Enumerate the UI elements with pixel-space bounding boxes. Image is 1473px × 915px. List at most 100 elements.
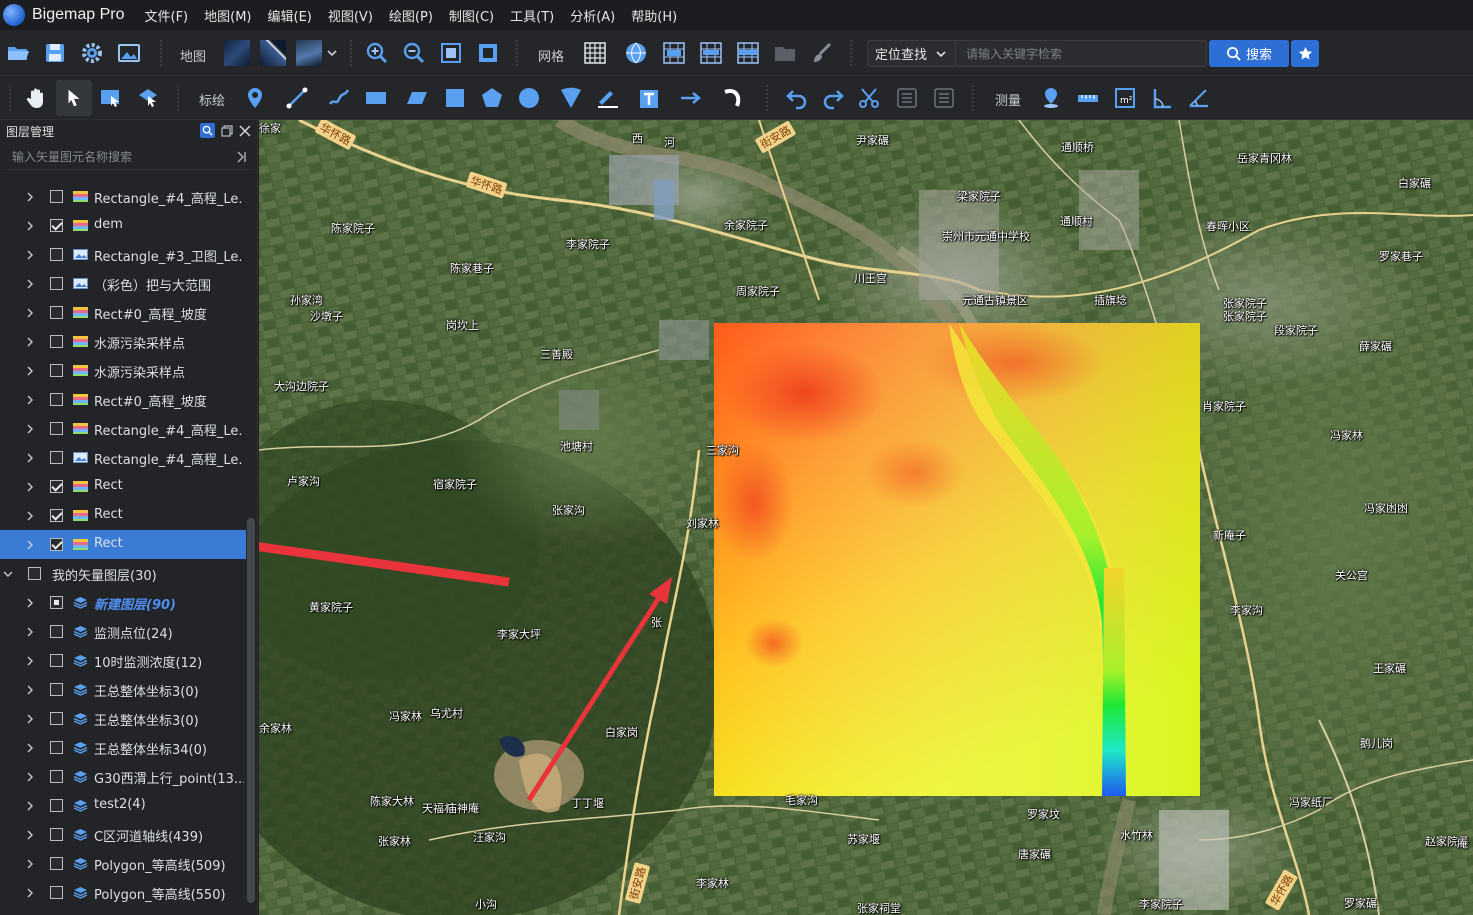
expand-chevron-icon[interactable] bbox=[25, 656, 35, 666]
layer-visibility-checkbox[interactable] bbox=[50, 828, 63, 841]
layer-row[interactable]: Rect bbox=[0, 530, 246, 559]
save-icon[interactable] bbox=[43, 41, 67, 65]
zoom-to-layer-icon[interactable] bbox=[476, 41, 500, 65]
expand-chevron-icon[interactable] bbox=[25, 743, 35, 753]
open-folder-icon[interactable] bbox=[6, 41, 30, 65]
expand-chevron-icon[interactable] bbox=[25, 308, 35, 318]
image-export-icon[interactable] bbox=[117, 41, 141, 65]
layer-visibility-checkbox[interactable] bbox=[50, 393, 63, 406]
grid-km-icon[interactable] bbox=[662, 41, 686, 65]
expand-chevron-icon[interactable] bbox=[25, 714, 35, 724]
expand-chevron-icon[interactable] bbox=[25, 888, 35, 898]
freehand-line-icon[interactable] bbox=[327, 86, 351, 110]
layer-row[interactable]: 新建图层(90) bbox=[0, 588, 246, 617]
grid-icon[interactable] bbox=[583, 41, 607, 65]
layer-visibility-checkbox[interactable] bbox=[50, 770, 63, 783]
select-tool-button[interactable] bbox=[56, 80, 92, 116]
layer-row[interactable]: Rectangle_#3_卫图_Le... bbox=[0, 240, 246, 269]
layer-row[interactable]: 我的矢量图层(30) bbox=[0, 559, 246, 588]
expand-chevron-icon[interactable] bbox=[25, 540, 35, 550]
layer-row[interactable]: Rect bbox=[0, 472, 246, 501]
circle-icon[interactable] bbox=[517, 86, 541, 110]
layer-visibility-checkbox[interactable] bbox=[50, 277, 63, 290]
layer-row[interactable]: 10时监测浓度(12) bbox=[0, 646, 246, 675]
layer-visibility-checkbox[interactable] bbox=[28, 567, 41, 580]
map-source-satellite-1-icon[interactable] bbox=[224, 40, 250, 66]
layer-visibility-checkbox[interactable] bbox=[50, 335, 63, 348]
expand-chevron-icon[interactable] bbox=[25, 627, 35, 637]
marker-point-icon[interactable] bbox=[243, 86, 267, 110]
grid-mgrs-icon[interactable] bbox=[736, 41, 760, 65]
layer-visibility-checkbox[interactable] bbox=[50, 451, 63, 464]
layer-visibility-checkbox[interactable] bbox=[50, 886, 63, 899]
menu-draw[interactable]: 绘图(P) bbox=[389, 6, 433, 25]
layer-visibility-checkbox[interactable] bbox=[50, 248, 63, 261]
expand-chevron-icon[interactable] bbox=[25, 395, 35, 405]
expand-chevron-icon[interactable] bbox=[25, 598, 35, 608]
layer-visibility-checkbox[interactable] bbox=[50, 741, 63, 754]
menu-tools[interactable]: 工具(T) bbox=[510, 6, 554, 25]
layer-row[interactable]: Polygon_等高线(550) bbox=[0, 878, 246, 907]
list-icon[interactable] bbox=[895, 86, 919, 110]
map-select-icon[interactable] bbox=[99, 86, 123, 110]
expand-chevron-icon[interactable] bbox=[25, 830, 35, 840]
layer-row[interactable]: Rect#0_高程_坡度 bbox=[0, 385, 246, 414]
search-mode-select[interactable]: 定位查找 bbox=[868, 41, 956, 66]
expand-chevron-icon[interactable] bbox=[25, 511, 35, 521]
map-view[interactable]: 华怀路 华怀路 街安路西河街安路 华怀路 尹家碾 通顺桥 岳家青冈林 白家碾 梁家院子 通顺村 春晖… bbox=[259, 120, 1473, 915]
chevron-down-icon[interactable] bbox=[325, 43, 339, 63]
layer-row[interactable]: 监测点位(24) bbox=[0, 617, 246, 646]
expand-chevron-icon[interactable] bbox=[25, 424, 35, 434]
folder-icon[interactable] bbox=[773, 41, 797, 65]
measure-angle-icon[interactable] bbox=[1150, 86, 1174, 110]
layer-visibility-checkbox[interactable] bbox=[50, 654, 63, 667]
layer-visibility-checkbox[interactable] bbox=[50, 683, 63, 696]
layer-visibility-checkbox[interactable] bbox=[50, 306, 63, 319]
layer-visibility-checkbox[interactable] bbox=[50, 596, 63, 609]
parallelogram-icon[interactable] bbox=[405, 86, 429, 110]
search-button[interactable]: 搜索 bbox=[1209, 40, 1289, 67]
collapse-search-icon[interactable] bbox=[235, 151, 247, 163]
menu-edit[interactable]: 编辑(E) bbox=[268, 6, 312, 25]
map-source-satellite-2-icon[interactable] bbox=[260, 40, 286, 66]
expand-chevron-icon[interactable] bbox=[25, 250, 35, 260]
sector-icon[interactable] bbox=[559, 86, 583, 110]
close-icon[interactable] bbox=[239, 124, 251, 137]
layer-visibility-checkbox[interactable] bbox=[50, 364, 63, 377]
menu-view[interactable]: 视图(V) bbox=[328, 6, 373, 25]
layer-visibility-checkbox[interactable] bbox=[50, 509, 63, 522]
layer-row[interactable]: G30西渭上行_point(13... bbox=[0, 762, 246, 791]
expand-chevron-icon[interactable] bbox=[25, 453, 35, 463]
rectangle-icon[interactable] bbox=[364, 86, 388, 110]
layer-visibility-checkbox[interactable] bbox=[50, 422, 63, 435]
layer-visibility-checkbox[interactable] bbox=[50, 538, 63, 551]
layer-tree-scrollbar[interactable] bbox=[247, 518, 255, 903]
layer-visibility-checkbox[interactable] bbox=[50, 857, 63, 870]
expand-chevron-icon[interactable] bbox=[25, 337, 35, 347]
expand-chevron-icon[interactable] bbox=[25, 279, 35, 289]
zoom-out-icon[interactable] bbox=[402, 41, 426, 65]
layer-row[interactable]: dem bbox=[0, 211, 246, 240]
clear-brush-icon[interactable] bbox=[810, 41, 834, 65]
layer-row[interactable]: 王总整体坐标3(0) bbox=[0, 704, 246, 733]
undo-icon[interactable] bbox=[785, 86, 809, 110]
pan-hand-icon[interactable] bbox=[25, 86, 49, 110]
layer-visibility-checkbox[interactable] bbox=[50, 799, 63, 812]
measure-point-icon[interactable] bbox=[1039, 86, 1063, 110]
keyword-search-input[interactable] bbox=[956, 41, 1206, 66]
map-source-satellite-3-icon[interactable] bbox=[296, 40, 322, 66]
arrow-line-icon[interactable] bbox=[679, 86, 703, 110]
menu-map[interactable]: 地图(M) bbox=[204, 6, 251, 25]
menu-cartography[interactable]: 制图(C) bbox=[449, 6, 494, 25]
text-baseline-icon[interactable] bbox=[596, 86, 620, 110]
layer-visibility-checkbox[interactable] bbox=[50, 480, 63, 493]
zoom-in-icon[interactable] bbox=[365, 41, 389, 65]
globe-grid-icon[interactable] bbox=[624, 41, 648, 65]
polyline-icon[interactable] bbox=[285, 86, 309, 110]
measure-area-icon[interactable]: m² bbox=[1113, 86, 1137, 110]
layer-row[interactable]: （彩色）把与大范围 bbox=[0, 269, 246, 298]
layer-visibility-checkbox[interactable] bbox=[50, 190, 63, 203]
layer-row[interactable]: 水源污染采样点 bbox=[0, 327, 246, 356]
attribute-table-icon[interactable] bbox=[932, 86, 956, 110]
layer-row[interactable]: Polygon_等高线(509) bbox=[0, 849, 246, 878]
